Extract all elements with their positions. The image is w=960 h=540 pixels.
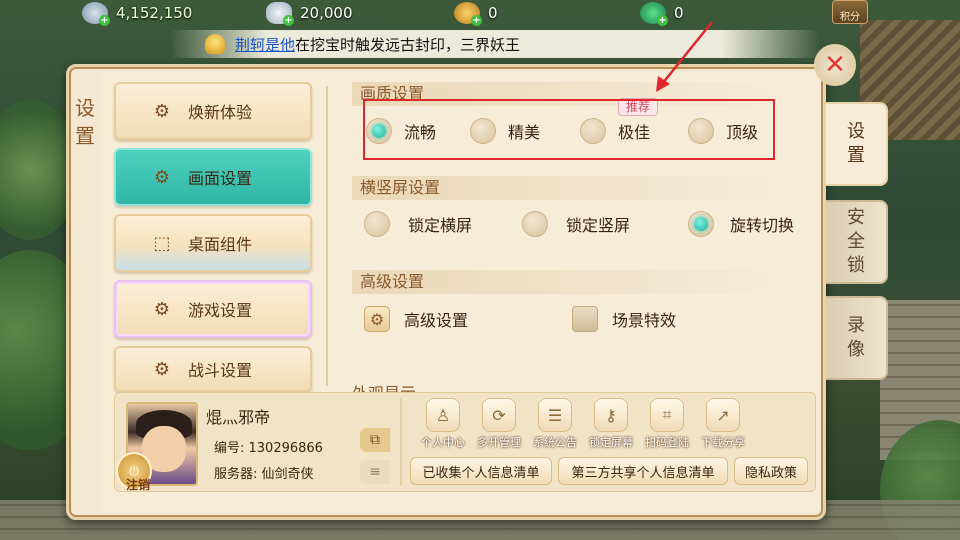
checkbox-label: 场景特效 — [612, 311, 677, 330]
menu-item-game-settings[interactable]: ⚙ 游戏设置 — [114, 280, 312, 338]
radio-button[interactable] — [688, 211, 714, 237]
copy-icon[interactable]: ⧉ — [360, 428, 390, 452]
button-label: 高级设置 — [404, 311, 469, 330]
currency-value: 20,000 — [300, 4, 353, 22]
person-icon: ♙ — [426, 398, 460, 432]
silver-ingot-icon: + — [266, 2, 294, 26]
battle-gear-icon: ⚙ — [153, 358, 171, 380]
radio-button[interactable] — [522, 211, 548, 237]
red-arrow-icon — [656, 21, 713, 92]
gold-coin-icon: + — [454, 2, 482, 26]
menu-item-label: 游戏设置 — [188, 301, 253, 320]
scene-effects-checkbox[interactable]: 场景特效 — [572, 306, 676, 332]
currency-silver[interactable]: + 4,152,150 — [82, 2, 193, 26]
display-gear-icon: ⚙ — [153, 166, 171, 188]
multi-account-icon: ⟳ — [482, 398, 516, 432]
share-icon: ↗ — [706, 398, 740, 432]
section-header-advanced: 高级设置 — [352, 270, 802, 294]
menu-item-refresh-experience[interactable]: ⚙ 焕新体验 — [114, 82, 312, 140]
player-name-link[interactable]: 荆轲是他 — [235, 36, 295, 54]
menu-item-display-settings[interactable]: ⚙ 画面设置 — [114, 148, 312, 206]
tab-replay[interactable]: 录像 — [826, 296, 888, 380]
gear-icon: ⚙ — [364, 306, 390, 332]
option-label: 锁定竖屏 — [566, 216, 631, 235]
player-server: 服务器: 仙剑奇侠 — [214, 467, 314, 482]
section-header-appearance: 外观显示 — [352, 378, 802, 392]
tool-personal-center[interactable]: ♙ 个人中心 — [414, 398, 472, 450]
key-icon: ⚷ — [594, 398, 628, 432]
checkbox[interactable] — [572, 306, 598, 332]
tool-scan-login[interactable]: ⌗ 扫码登陆 — [638, 398, 696, 450]
collected-info-list-button[interactable]: 已收集个人信息清单 — [410, 457, 552, 485]
marquee-text: 荆轲是他在挖宝时触发远古封印，三界妖王 — [235, 35, 521, 54]
radio-button[interactable] — [364, 211, 390, 237]
list-icon[interactable]: ≡ — [360, 460, 390, 484]
panel-side-title: 设置 — [75, 96, 97, 148]
tab-settings[interactable]: 设置 — [826, 102, 888, 186]
widget-icon: ⬚ — [153, 232, 171, 254]
menu-item-label: 桌面组件 — [188, 235, 253, 254]
player-name: 焜灬邪帝 — [206, 408, 271, 427]
currency-value: 0 — [488, 4, 498, 22]
scan-icon: ⌗ — [650, 398, 684, 432]
tab-security-lock[interactable]: 安全锁 — [826, 200, 888, 284]
player-id: 编号: 130296866 — [214, 441, 323, 456]
menu-item-battle-settings[interactable]: ⚙ 战斗设置 — [114, 346, 312, 392]
orientation-option-rotate[interactable]: 旋转切换 — [688, 211, 794, 237]
option-label: 锁定横屏 — [408, 216, 473, 235]
top-resource-bar: + 4,152,150 + 20,000 + 0 + 0 积分 — [0, 0, 960, 28]
advanced-settings-button[interactable]: ⚙ 高级设置 — [364, 306, 468, 332]
tool-download-share[interactable]: ↗ 下载分享 — [694, 398, 752, 450]
logout-label: 注销 — [125, 478, 150, 492]
option-label: 旋转切换 — [730, 216, 795, 235]
profile-divider — [400, 398, 402, 486]
bell-icon — [205, 34, 225, 54]
currency-gold[interactable]: + 0 — [454, 2, 498, 26]
gears-icon: ⚙ — [153, 298, 171, 320]
logout-button[interactable]: ⏻ 注销 — [116, 452, 152, 492]
tool-lock-screen[interactable]: ⚷ 锁定屏幕 — [582, 398, 640, 450]
close-icon: ✕ — [824, 50, 846, 80]
menu-item-label: 战斗设置 — [188, 361, 253, 380]
section-header-orientation: 横竖屏设置 — [352, 176, 802, 200]
menu-divider — [326, 86, 328, 386]
tool-system-notice[interactable]: ☰ 系统公告 — [526, 398, 584, 450]
highlight-box — [363, 99, 775, 160]
score-button[interactable]: 积分 — [832, 0, 868, 24]
tool-multi-account[interactable]: ⟳ 多开管理 — [470, 398, 528, 450]
menu-item-desktop-widget[interactable]: ⬚ 桌面组件 — [114, 214, 312, 272]
notice-icon: ☰ — [538, 398, 572, 432]
menu-item-label: 焕新体验 — [188, 103, 253, 122]
currency-ingot[interactable]: + 20,000 — [266, 2, 353, 26]
silver-coin-icon: + — [82, 2, 110, 26]
close-button[interactable]: ✕ — [814, 44, 856, 86]
menu-item-label: 画面设置 — [188, 169, 253, 188]
orientation-option-portrait[interactable]: 锁定竖屏 — [522, 211, 630, 237]
currency-value: 4,152,150 — [116, 4, 193, 22]
third-party-info-list-button[interactable]: 第三方共享个人信息清单 — [558, 457, 728, 485]
phone-gear-icon: ⚙ — [153, 100, 171, 122]
privacy-policy-button[interactable]: 隐私政策 — [734, 457, 808, 485]
orientation-option-landscape[interactable]: 锁定横屏 — [364, 211, 472, 237]
